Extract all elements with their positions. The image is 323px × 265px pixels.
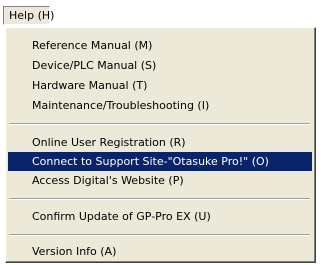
menu-separator bbox=[9, 123, 310, 125]
menu-item-connect-support-site[interactable]: Connect to Support Site-"Otasuke Pro!" (… bbox=[8, 152, 312, 171]
menubar-help[interactable]: Help (H) bbox=[3, 6, 54, 25]
menu-item-maintenance-troubleshooting[interactable]: Maintenance/Troubleshooting (I) bbox=[8, 96, 312, 115]
menu-item-online-user-registration[interactable]: Online User Registration (R) bbox=[8, 133, 312, 152]
menu-item-reference-manual[interactable]: Reference Manual (M) bbox=[8, 36, 312, 55]
menu-item-confirm-update[interactable]: Confirm Update of GP-Pro EX (U) bbox=[8, 207, 312, 226]
menu-item-device-plc-manual[interactable]: Device/PLC Manual (S) bbox=[8, 56, 312, 75]
menu-separator bbox=[9, 234, 310, 236]
menu-item-hardware-manual[interactable]: Hardware Manual (T) bbox=[8, 76, 312, 95]
menu-item-access-digital-website[interactable]: Access Digital's Website (P) bbox=[8, 171, 312, 190]
menu-item-version-info[interactable]: Version Info (A) bbox=[8, 242, 312, 261]
help-menu: Reference Manual (M) Device/PLC Manual (… bbox=[5, 27, 316, 263]
menu-separator bbox=[9, 198, 310, 200]
